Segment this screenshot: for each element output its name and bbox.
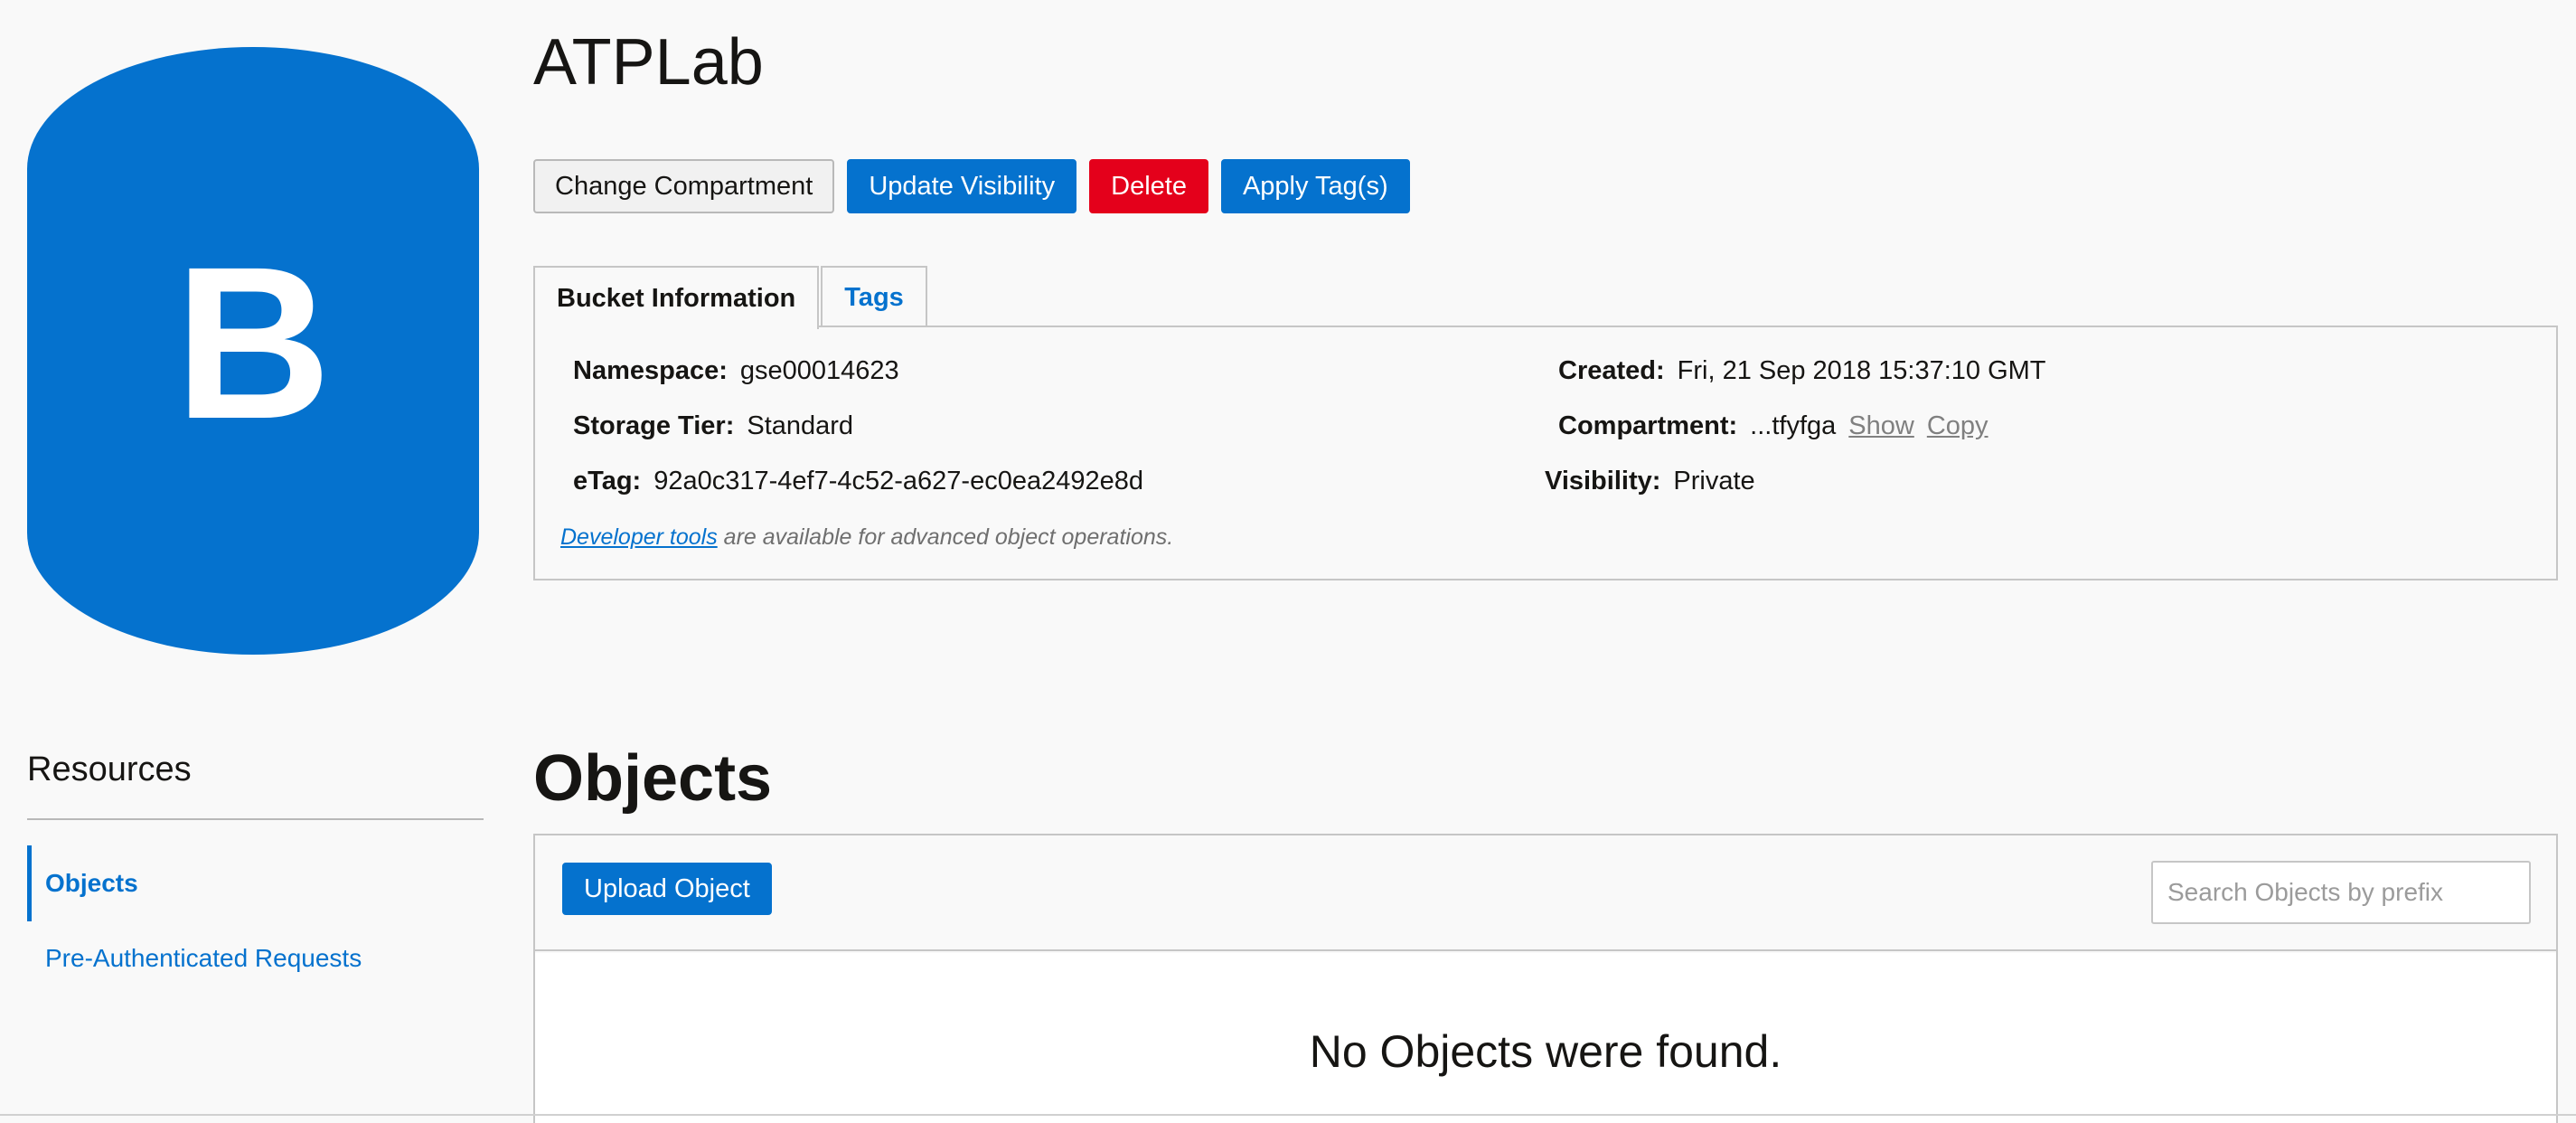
sidebar-item-objects[interactable]: Objects xyxy=(27,845,138,921)
visibility-value: Private xyxy=(1673,467,1755,495)
details-tabs: Bucket Information Tags xyxy=(533,266,929,329)
etag-value: 92a0c317-4ef7-4c52-a627-ec0ea2492e8d xyxy=(653,467,1143,495)
compartment-row: Compartment: ...tfyfga Show Copy xyxy=(1558,411,1988,441)
page-bottom-divider xyxy=(0,1114,2576,1116)
resources-divider xyxy=(27,818,484,820)
action-toolbar: Change Compartment Update Visibility Del… xyxy=(533,159,1410,213)
objects-heading: Objects xyxy=(533,742,773,815)
namespace-row: Namespace: gse00014623 xyxy=(573,356,899,386)
etag-row: eTag: 92a0c317-4ef7-4c52-a627-ec0ea2492e… xyxy=(573,467,1143,496)
delete-button[interactable]: Delete xyxy=(1089,159,1208,213)
bucket-details-page: B ATPLab Change Compartment Update Visib… xyxy=(0,0,2576,1123)
empty-state-message: No Objects were found. xyxy=(1309,1026,1782,1077)
apply-tags-button[interactable]: Apply Tag(s) xyxy=(1220,159,1410,213)
compartment-label: Compartment: xyxy=(1558,411,1738,440)
page-title: ATPLab xyxy=(533,26,764,99)
storage-tier-value: Standard xyxy=(747,411,854,440)
visibility-row: Visibility: Private xyxy=(1545,467,1755,496)
tab-tags[interactable]: Tags xyxy=(821,266,927,327)
objects-list: No Objects were found. xyxy=(535,953,2556,1123)
change-compartment-button[interactable]: Change Compartment xyxy=(533,159,835,213)
bucket-badge-icon: B xyxy=(27,47,479,655)
resources-heading: Resources xyxy=(27,750,192,788)
namespace-value: gse00014623 xyxy=(739,356,899,385)
upload-object-button[interactable]: Upload Object xyxy=(562,863,772,915)
tab-bucket-information[interactable]: Bucket Information xyxy=(533,266,820,329)
developer-tools-link[interactable]: Developer tools xyxy=(560,524,718,550)
objects-panel: Upload Object No Objects were found. xyxy=(533,834,2558,1123)
created-row: Created: Fri, 21 Sep 2018 15:37:10 GMT xyxy=(1558,356,2046,386)
objects-toolbar: Upload Object xyxy=(535,835,2556,951)
bucket-badge-letter: B xyxy=(174,222,332,464)
namespace-label: Namespace: xyxy=(573,356,728,385)
compartment-show-link[interactable]: Show xyxy=(1848,411,1914,441)
sidebar-item-pre-authenticated-requests[interactable]: Pre-Authenticated Requests xyxy=(27,940,362,977)
storage-tier-label: Storage Tier: xyxy=(573,411,735,440)
storage-tier-row: Storage Tier: Standard xyxy=(573,411,853,441)
search-objects-input[interactable] xyxy=(2151,861,2531,924)
bucket-information-panel: Namespace: gse00014623 Storage Tier: Sta… xyxy=(533,326,2558,580)
developer-tools-text: are available for advanced object operat… xyxy=(717,524,1174,550)
created-label: Created: xyxy=(1558,356,1665,385)
compartment-copy-link[interactable]: Copy xyxy=(1927,411,1988,441)
created-value: Fri, 21 Sep 2018 15:37:10 GMT xyxy=(1677,356,2046,385)
etag-label: eTag: xyxy=(573,467,642,495)
visibility-label: Visibility: xyxy=(1545,467,1661,495)
update-visibility-button[interactable]: Update Visibility xyxy=(847,159,1077,213)
compartment-value: ...tfyfga xyxy=(1750,411,1837,440)
developer-tools-note: Developer tools are available for advanc… xyxy=(560,524,1173,551)
